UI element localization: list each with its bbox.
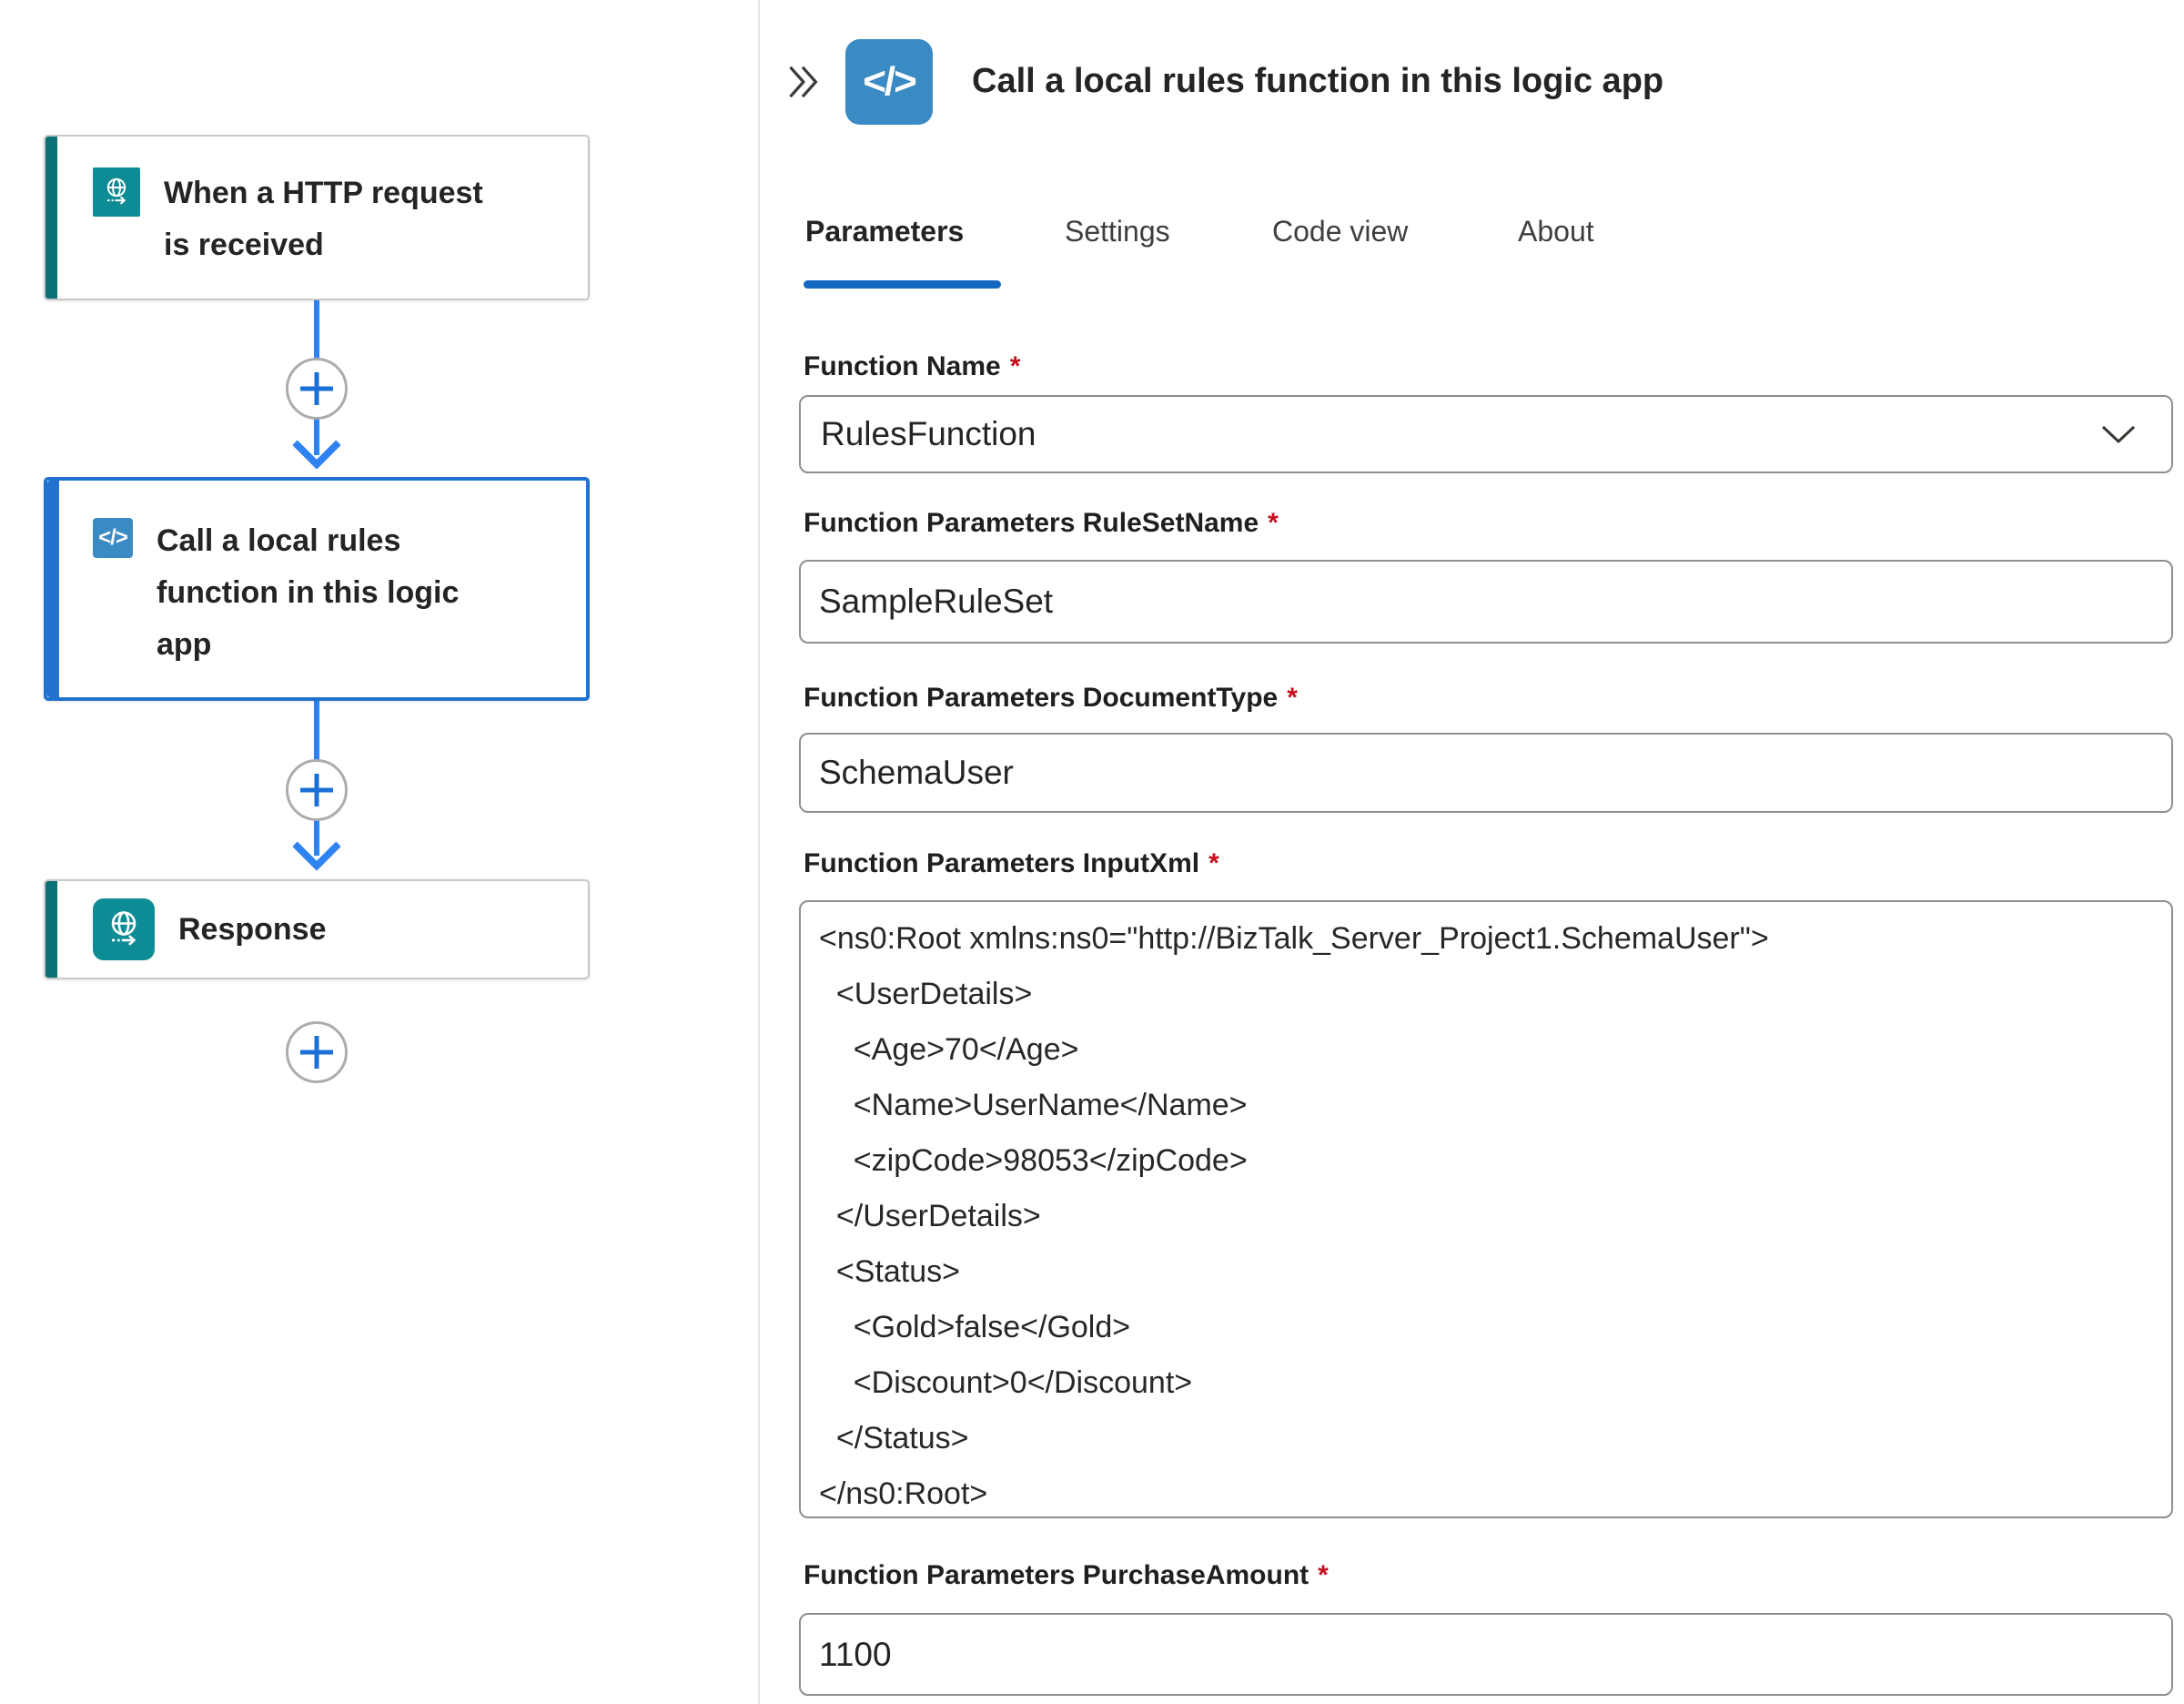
tab-parameters[interactable]: Parameters <box>805 215 964 248</box>
node-when-http-request-received[interactable]: When a HTTP requestis received <box>44 135 590 300</box>
node-accent-bar <box>46 881 57 978</box>
purchase-amount-input[interactable] <box>799 1613 2173 1696</box>
ruleset-name-input[interactable] <box>799 560 2173 644</box>
connector-arrow-icon <box>292 421 341 470</box>
function-name-dropdown[interactable]: RulesFunction <box>799 395 2173 473</box>
node-label: Response <box>178 904 327 956</box>
chevron-down-icon <box>2100 423 2137 445</box>
insert-action-button[interactable] <box>286 759 348 821</box>
node-accent-bar <box>47 481 59 697</box>
logic-app-designer: When a HTTP requestis received </> Call … <box>0 0 2184 1704</box>
field-label-ruleset-name: Function Parameters RuleSetName* <box>804 508 1279 539</box>
required-asterisk: * <box>1208 848 1219 878</box>
node-label: Call a local rulesfunction in this logic… <box>157 515 459 671</box>
required-asterisk: * <box>1287 683 1298 713</box>
insert-action-button[interactable] <box>286 358 348 420</box>
node-call-local-rules-function[interactable]: </> Call a local rulesfunction in this l… <box>44 477 590 701</box>
dropdown-value: RulesFunction <box>821 415 2135 453</box>
required-asterisk: * <box>1318 1560 1329 1590</box>
required-asterisk: * <box>1010 351 1021 381</box>
selected-tab-underline <box>804 280 1001 289</box>
input-xml-content: <ns0:Root xmlns:ns0="http://BizTalk_Serv… <box>801 902 2171 1518</box>
field-label-purchase-amount: Function Parameters PurchaseAmount* <box>804 1560 1329 1591</box>
workflow-canvas: When a HTTP requestis received </> Call … <box>0 0 758 1704</box>
connector-arrow-icon <box>292 822 341 871</box>
tab-about[interactable]: About <box>1518 215 1594 248</box>
field-label-document-type: Function Parameters DocumentType* <box>804 683 1298 714</box>
panel-title: Call a local rules function in this logi… <box>972 62 1663 101</box>
action-details-panel: </> Call a local rules function in this … <box>760 0 2184 1704</box>
field-label-function-name: Function Name* <box>804 351 1020 382</box>
node-accent-bar <box>46 137 57 299</box>
add-action-button[interactable] <box>286 1021 348 1083</box>
tab-code-view[interactable]: Code view <box>1272 215 1408 248</box>
field-label-input-xml: Function Parameters InputXml* <box>804 848 1219 879</box>
required-asterisk: * <box>1268 508 1279 538</box>
collapse-panel-button[interactable] <box>781 56 824 107</box>
tab-settings[interactable]: Settings <box>1065 215 1170 248</box>
input-xml-textarea[interactable]: <ns0:Root xmlns:ns0="http://BizTalk_Serv… <box>799 900 2173 1518</box>
node-response[interactable]: Response <box>44 879 590 979</box>
http-response-icon <box>93 898 155 960</box>
code-function-icon: </> <box>845 39 933 125</box>
node-label: When a HTTP requestis received <box>164 167 483 271</box>
document-type-input[interactable] <box>799 733 2173 813</box>
http-request-icon <box>93 167 140 217</box>
code-function-icon: </> <box>93 518 133 558</box>
